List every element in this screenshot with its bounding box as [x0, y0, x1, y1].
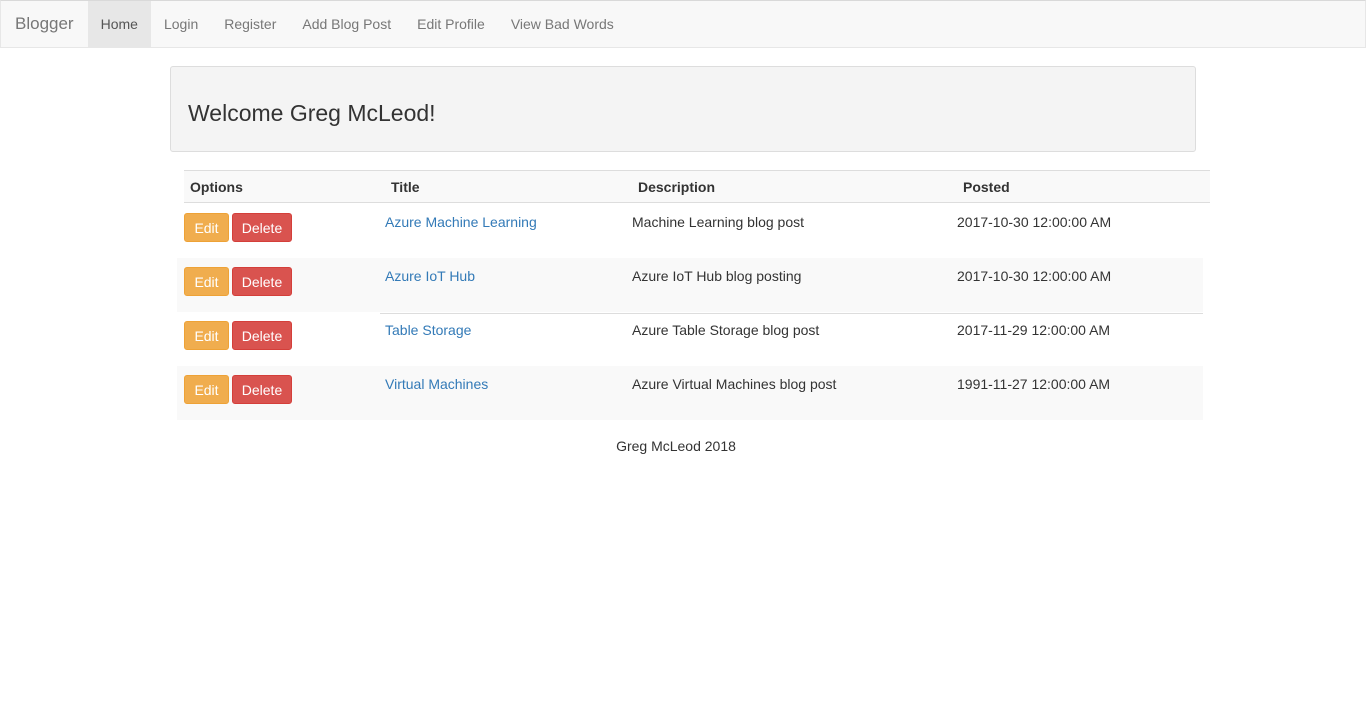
delete-button[interactable]: Delete	[232, 267, 292, 296]
delete-button[interactable]: Delete	[232, 213, 292, 242]
edit-button[interactable]: Edit	[184, 267, 229, 296]
nav-item-home[interactable]: Home	[87, 1, 151, 47]
navbar: Blogger Home Login Register Add Blog Pos…	[0, 0, 1366, 48]
header-title: Title	[391, 179, 420, 195]
edit-button[interactable]: Edit	[184, 213, 229, 242]
edit-button[interactable]: Edit	[184, 321, 229, 350]
nav-item-view-bad-words[interactable]: View Bad Words	[498, 1, 627, 47]
post-title-link[interactable]: Azure IoT Hub	[385, 268, 475, 284]
navbar-brand[interactable]: Blogger	[1, 1, 88, 47]
welcome-jumbotron: Welcome Greg McLeod!	[170, 66, 1196, 152]
header-options: Options	[190, 179, 243, 195]
footer-text: Greg McLeod 2018	[616, 438, 736, 454]
post-date: 2017-10-30 12:00:00 AM	[957, 214, 1112, 230]
header-posted: Posted	[963, 179, 1010, 195]
header-description: Description	[638, 179, 716, 195]
post-title-link[interactable]: Azure Machine Learning	[385, 214, 537, 230]
table-row: Edit Delete Azure Machine Learning Machi…	[177, 204, 1203, 258]
post-title-link[interactable]: Table Storage	[385, 322, 471, 338]
welcome-heading: Welcome Greg McLeod!	[188, 100, 436, 126]
table-header: Options Title Description Posted	[184, 170, 1210, 203]
post-title-link[interactable]: Virtual Machines	[385, 376, 488, 392]
delete-button[interactable]: Delete	[232, 321, 292, 350]
post-date: 2017-10-30 12:00:00 AM	[957, 268, 1112, 284]
nav-item-register[interactable]: Register	[211, 1, 289, 47]
post-date: 2017-11-29 12:00:00 AM	[957, 322, 1111, 338]
delete-button[interactable]: Delete	[232, 375, 292, 404]
post-description: Azure Virtual Machines blog post	[632, 376, 837, 392]
post-date: 1991-11-27 12:00:00 AM	[957, 376, 1111, 392]
nav-item-login[interactable]: Login	[151, 1, 211, 47]
table-row: Edit Delete Virtual Machines Azure Virtu…	[177, 366, 1203, 420]
post-description: Azure IoT Hub blog posting	[632, 268, 802, 284]
table-row: Edit Delete Azure IoT Hub Azure IoT Hub …	[177, 258, 1203, 312]
post-description: Azure Table Storage blog post	[632, 322, 820, 338]
edit-button[interactable]: Edit	[184, 375, 229, 404]
nav-item-add-blog-post[interactable]: Add Blog Post	[289, 1, 404, 47]
nav-item-edit-profile[interactable]: Edit Profile	[404, 1, 498, 47]
post-description: Machine Learning blog post	[632, 214, 805, 230]
table-row: Edit Delete Table Storage Azure Table St…	[177, 312, 1203, 366]
